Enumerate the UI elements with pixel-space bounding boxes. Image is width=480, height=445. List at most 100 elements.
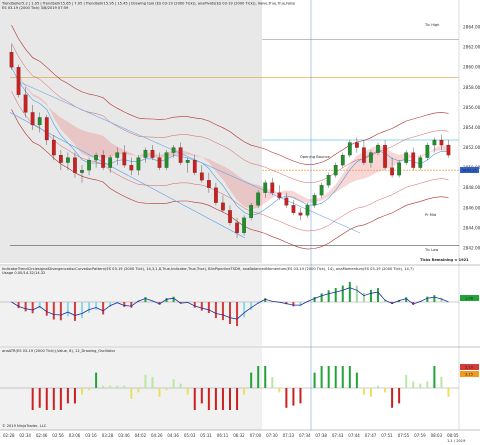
osc-bar <box>38 388 41 408</box>
candle-body <box>207 180 211 188</box>
macd-bar <box>17 302 20 309</box>
macd-bar <box>243 302 246 318</box>
candle-body <box>129 165 134 171</box>
osc-bar <box>45 388 48 410</box>
candle-body <box>228 210 232 223</box>
y-tick-label: 2858.00 <box>463 85 480 90</box>
candle-body <box>439 139 444 146</box>
osc-bar <box>271 377 274 388</box>
pr-mid-label: Pr Mid <box>425 213 436 217</box>
osc-bar <box>66 388 69 404</box>
osc-bar <box>144 374 147 388</box>
x-tick-label: 03:28 <box>102 433 114 438</box>
macd-bar <box>73 302 76 321</box>
osc-bar <box>200 388 203 404</box>
candle-body <box>108 157 113 168</box>
osc-bar <box>102 385 105 388</box>
candle-body <box>256 192 261 206</box>
osc-bar <box>243 388 246 395</box>
osc-bar <box>137 388 140 393</box>
macd-bar <box>214 302 217 319</box>
osc-bar <box>355 372 358 388</box>
candle-body <box>446 144 451 156</box>
x-tick-label: 07:59 <box>414 433 426 438</box>
macd-bar <box>66 302 69 317</box>
osc-bar <box>59 388 62 410</box>
macd-bar <box>299 302 302 307</box>
candle-body <box>66 157 70 163</box>
y-tick-label: 2860.00 <box>463 65 480 70</box>
ticks-remaining: Ticks Remaining = 1921 <box>420 258 469 262</box>
osc-bar <box>221 388 224 410</box>
macd-bar <box>348 281 351 302</box>
osc-bar <box>334 366 337 388</box>
candle-body <box>199 172 204 181</box>
osc-bar <box>447 388 450 397</box>
osc-bar <box>31 388 34 410</box>
osc-bar <box>130 388 133 399</box>
osc-bar <box>95 372 98 388</box>
candle-body <box>291 205 296 213</box>
y-tick-label: 2846.00 <box>463 205 480 210</box>
candle-body <box>178 147 183 163</box>
macd-bar <box>59 302 62 321</box>
candle-body <box>404 152 409 163</box>
osc-bar <box>292 388 295 406</box>
candle-body <box>390 167 394 176</box>
osc-bar <box>320 366 323 388</box>
macd-bar <box>144 297 147 302</box>
osc-bar <box>327 366 330 388</box>
candle-body <box>94 154 98 161</box>
macd-bar <box>81 302 83 319</box>
osc-bar <box>151 377 154 388</box>
chart-title: TrendSeller5.2 | 1.05 | TrendSellr15.65 … <box>1 2 296 6</box>
candle-body <box>425 144 430 158</box>
candle-body <box>101 154 105 168</box>
x-tick-label: 06:11 <box>217 433 229 438</box>
candle-body <box>150 149 155 158</box>
candle-body <box>122 152 127 166</box>
osc-bar <box>433 366 436 388</box>
x-tick-label: 05:03 <box>184 433 196 438</box>
candle-body <box>249 205 254 218</box>
macd-panel-title: IndicatorTrendCirclesignalDivergenceAscC… <box>2 267 414 271</box>
candle-body <box>340 154 345 166</box>
candle-body <box>221 202 225 211</box>
macd-bar <box>229 302 231 325</box>
osc-tag-dn: 3.15 <box>465 373 473 377</box>
osc-bar <box>299 388 302 404</box>
candle-body <box>376 144 380 153</box>
candle-body <box>347 142 352 156</box>
macd-panel-subtitle: Usage 0.00/14.32/14.32 <box>2 271 45 275</box>
x-tick-label: 07:47 <box>365 433 377 438</box>
x-tick-label: 07:33 <box>283 433 295 438</box>
candle-body <box>51 139 56 156</box>
x-tick-label: 03:16 <box>85 433 97 438</box>
macd-bar <box>369 289 372 302</box>
candle-body <box>333 165 338 176</box>
candle-body <box>319 185 324 196</box>
osc-bar <box>193 388 196 410</box>
candle-body <box>164 152 169 168</box>
x-tick-label: 02:56 <box>52 433 64 438</box>
y-tick-label: 2852.00 <box>463 145 480 150</box>
candle-body <box>326 175 331 186</box>
osc-bar <box>278 388 281 393</box>
copyright: © 2019 NinjaTrader, LLC <box>2 424 47 428</box>
x-tick-label: 03:46 <box>118 433 130 438</box>
chart-canvas[interactable]: TrendSeller5.2 | 1.05 | TrendSellr15.65 … <box>0 0 480 445</box>
x-tick-label: 06:32 <box>233 433 245 438</box>
candle-body <box>73 157 77 173</box>
y-tick-label: 2854.00 <box>463 125 480 130</box>
candle-body <box>235 222 239 234</box>
osc-bar <box>73 388 76 404</box>
macd-bar <box>327 290 330 302</box>
candle-body <box>80 170 84 173</box>
candle-body <box>58 154 63 163</box>
osc-bar <box>377 385 379 388</box>
candle-body <box>115 152 120 158</box>
osc-bar <box>391 388 394 408</box>
candle-body <box>242 217 246 233</box>
osc-bar <box>250 372 253 388</box>
macd-tag: 1.06 <box>465 297 474 301</box>
